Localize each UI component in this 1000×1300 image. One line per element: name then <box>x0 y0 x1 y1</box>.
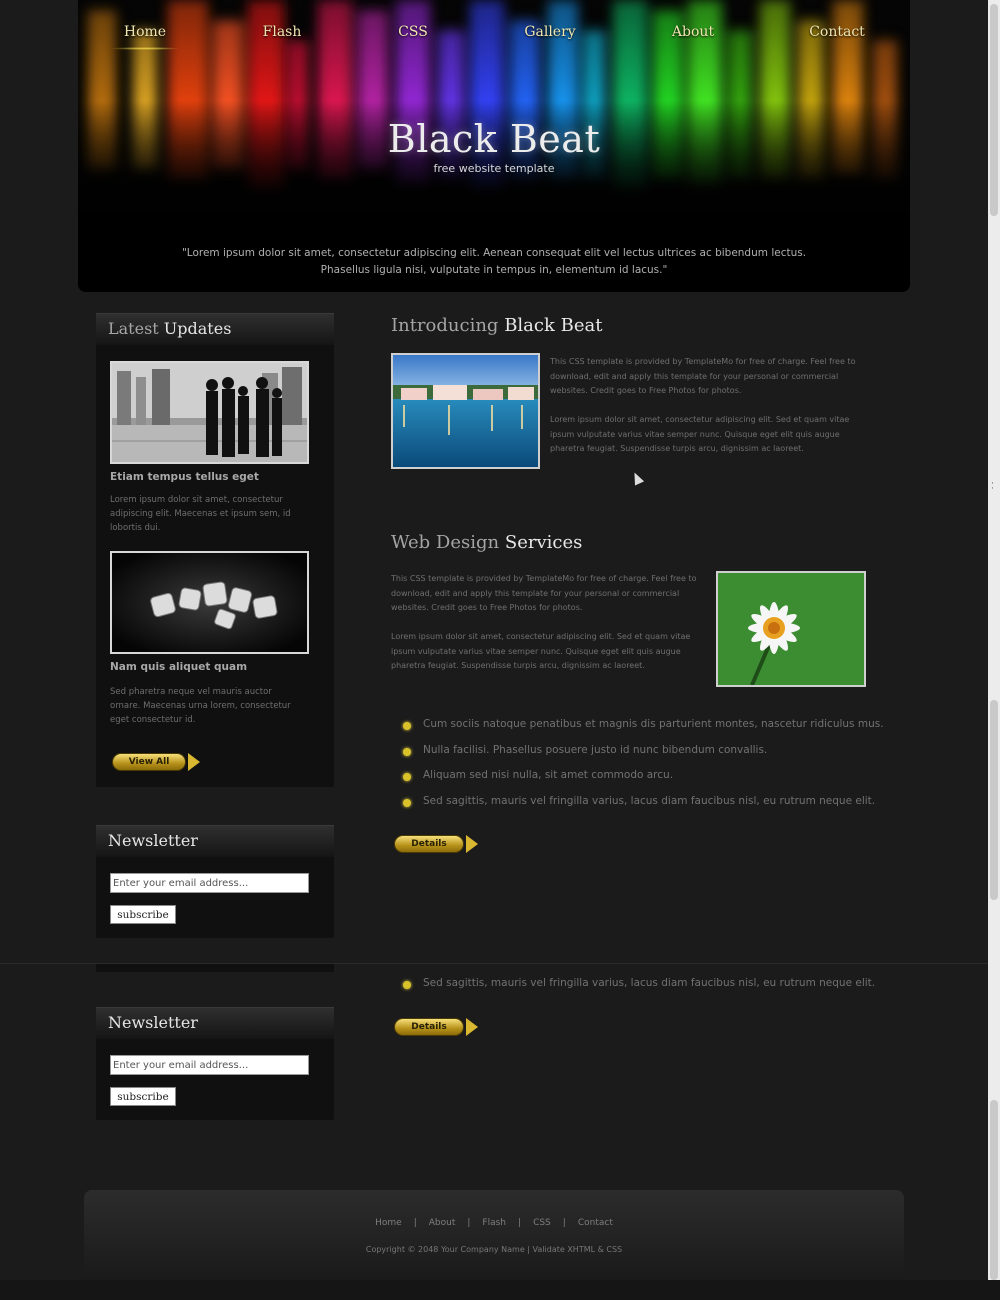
newsletter-box: Newsletter subscribe <box>96 825 334 938</box>
services-heading-light: Web Design <box>391 532 500 553</box>
intro-paragraph-1: This CSS template is provided by Templat… <box>550 357 856 395</box>
scrollbar-thumb[interactable] <box>990 1100 998 1280</box>
update-post-text-1: Lorem ipsum dolor sit amet, consectetur … <box>110 495 291 533</box>
nav-css[interactable]: CSS <box>398 24 428 40</box>
subscribe-button[interactable]: subscribe <box>110 905 176 924</box>
services-image-daisy <box>716 571 866 687</box>
view-all-label: View All <box>112 753 186 771</box>
services-paragraph-1: This CSS template is provided by Templat… <box>391 574 697 612</box>
services-paragraph-2: Lorem ipsum dolor sit amet, consectetur … <box>391 632 691 670</box>
site-footer: Home | About | Flash | CSS | Contact Copyright ©… <box>84 1190 904 1280</box>
details-label: Details <box>394 835 464 853</box>
update-post-text-2: Sed pharetra neque vel mauris auctor orn… <box>110 687 291 725</box>
update-post-title-1[interactable]: Etiam tempus tellus eget <box>110 471 259 483</box>
footer-separator: | <box>413 1218 417 1228</box>
newsletter-box-repeat: Newsletter subscribe <box>96 1007 334 1120</box>
newsletter-heading-repeat: Newsletter <box>96 1007 334 1039</box>
scrollbar-grip-icon: · · <box>991 479 994 494</box>
services-heading-strong: Services <box>504 532 583 553</box>
footer-nav: Home | About | Flash | CSS | Contact <box>84 1218 904 1228</box>
footer-link-contact[interactable]: Contact <box>578 1218 613 1228</box>
footer-separator: | <box>518 1218 522 1228</box>
mouse-cursor-icon <box>629 470 645 486</box>
scrollbar-thumb[interactable] <box>990 700 998 900</box>
intro-heading: Introducing Black Beat <box>391 315 602 336</box>
bullet-item-1: Cum sociis natoque penatibus et magnis d… <box>400 718 884 744</box>
header-quote-line-1: "Lorem ipsum dolor sit amet, consectetur… <box>181 247 807 259</box>
nav-active-indicator <box>110 47 180 50</box>
footer-link-flash[interactable]: Flash <box>482 1218 506 1228</box>
details-button-repeat[interactable]: Details <box>394 1017 478 1037</box>
update-thumbnail-people[interactable] <box>110 361 309 464</box>
nav-gallery[interactable]: Gallery <box>524 24 575 40</box>
header-quote-line-2: Phasellus ligula nisi, vulputate in temp… <box>320 264 668 276</box>
footer-link-about[interactable]: About <box>429 1218 456 1228</box>
services-bullet-list: Cum sociis natoque penatibus et magnis d… <box>400 718 884 820</box>
heading-strong: Updates <box>163 319 232 338</box>
nav-contact[interactable]: Contact <box>809 24 865 40</box>
details-button[interactable]: Details <box>394 834 478 854</box>
intro-heading-light: Introducing <box>391 315 499 336</box>
update-thumbnail-cubes[interactable] <box>110 551 309 654</box>
bullet-item-4: Sed sagittis, mauris vel fringilla variu… <box>400 795 884 821</box>
intro-image-harbor <box>391 353 540 469</box>
intro-paragraph-2: Lorem ipsum dolor sit amet, consectetur … <box>550 415 850 453</box>
latest-updates-box: Latest Updates Etiam tempus tellus eget … <box>96 313 334 787</box>
footer-copyright: Copyright © 2048 Your Company Name | Val… <box>365 1245 623 1254</box>
footer-link-home[interactable]: Home <box>375 1218 402 1228</box>
view-all-button[interactable]: View All <box>112 752 200 772</box>
newsletter-heading: Newsletter <box>96 825 334 857</box>
intro-heading-strong: Black Beat <box>504 315 603 336</box>
bullet-item-repeat: Sed sagittis, mauris vel fringilla variu… <box>400 977 875 989</box>
site-title: Black Beat <box>387 117 601 161</box>
footer-separator: | <box>562 1218 566 1228</box>
services-heading: Web Design Services <box>391 532 582 553</box>
site-subtitle: free website template <box>433 162 555 175</box>
main-nav: Home Flash CSS Gallery About Contact <box>78 24 910 50</box>
site-header: Home Flash CSS Gallery About Contact Bla… <box>78 0 910 292</box>
arrow-right-icon <box>466 1018 478 1036</box>
footer-link-css[interactable]: CSS <box>533 1218 551 1228</box>
newsletter-email-input-repeat[interactable] <box>110 1055 309 1075</box>
vertical-scrollbar[interactable]: · · <box>988 0 1000 1280</box>
update-post-title-2[interactable]: Nam quis aliquet quam <box>110 661 247 673</box>
nav-about[interactable]: About <box>672 24 714 40</box>
footer-separator: | <box>467 1218 471 1228</box>
arrow-right-icon <box>466 835 478 853</box>
nav-home[interactable]: Home <box>124 24 166 40</box>
bullet-item-2: Nulla facilisi. Phasellus posuere justo … <box>400 744 884 770</box>
newsletter-email-input[interactable] <box>110 873 309 893</box>
subscribe-button-repeat[interactable]: subscribe <box>110 1087 176 1106</box>
header-quote: "Lorem ipsum dolor sit amet, consectetur… <box>168 245 820 279</box>
latest-updates-heading: Latest Updates <box>96 313 334 345</box>
arrow-right-icon <box>188 753 200 771</box>
nav-flash[interactable]: Flash <box>263 24 302 40</box>
bullet-item-3: Aliquam sed nisi nulla, sit amet commodo… <box>400 769 884 795</box>
scrollbar-thumb[interactable] <box>990 4 998 216</box>
heading-light: Latest <box>108 319 159 338</box>
sidebar-box-edge <box>96 964 334 972</box>
window-bottom-edge <box>0 1280 1000 1300</box>
details-label-repeat: Details <box>394 1018 464 1036</box>
